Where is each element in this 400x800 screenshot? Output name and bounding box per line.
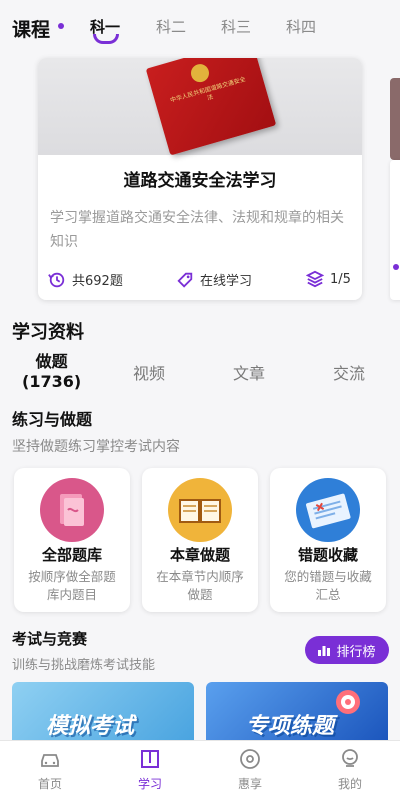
card-title: 本章做题 [169,546,230,564]
card-description: 按顺序做全部题库内题目 [28,569,116,602]
bar-chart-icon [318,646,331,656]
tag-icon [177,272,193,288]
next-card-preview[interactable] [390,160,400,300]
leaderboard-button[interactable]: 排行榜 [305,636,389,664]
nav-item-profile[interactable]: 我的 [300,741,400,800]
page-indicator: 1/5 [306,270,351,288]
accent-dot [393,264,399,270]
tab-video[interactable]: 视频 [133,360,165,384]
active-tab-indicator [93,34,119,44]
tab-subject-three[interactable]: 科三 [221,16,251,37]
tab-subject-one[interactable]: 科一 [90,16,120,44]
chapter-practice-card[interactable]: 本章做题 在本章节内顺序做题 [142,468,258,612]
car-icon [41,754,59,767]
study-mode-text: 在线学习 [200,274,253,289]
book-stack-icon [40,478,104,542]
law-book-illustration: 中华人民共和国道路交通安全法 [145,58,277,156]
card-title: 错题收藏 [297,546,358,564]
practice-title: 练习与做题 [12,410,93,429]
nav-label: 我的 [337,777,362,791]
book-icon [141,750,159,768]
history-icon [48,272,65,287]
question-count-text: 共692题 [72,274,123,289]
card-description: 您的错题与收藏汇总 [284,569,372,602]
tab-subject-four[interactable]: 科四 [286,16,316,37]
exam-title: 考试与竞赛 [12,630,88,648]
study-mode: 在线学习 [176,270,252,289]
banner-label: 专项练题 [246,714,335,739]
question-count: 共692题 [48,270,123,289]
tab-count: (1736) [22,372,82,391]
nav-item-home[interactable]: 首页 [0,741,100,800]
page-indicator-text: 1/5 [330,271,351,287]
exam-description: 训练与挑战磨炼考试技能 [12,658,156,673]
nav-label: 惠享 [237,777,262,791]
next-card-preview-image[interactable] [390,78,400,160]
tab-label: 做题 [35,352,68,371]
course-description: 学习掌握道路交通安全法律、法规和规章的相关知识 [50,210,344,250]
materials-title: 学习资料 [12,322,84,343]
profile-icon [342,749,358,767]
layers-icon [306,270,324,288]
tab-articles[interactable]: 文章 [233,360,265,384]
card-description: 在本章节内顺序做题 [156,569,244,602]
course-header: 课程 科一 科二 科三 科四 [0,0,400,52]
course-cover-image: 中华人民共和国道路交通安全法 [38,58,362,156]
app-screen: 课程 科一 科二 科三 科四 中华人民共和国道路交通安全法 道路交通安全法学习 … [0,0,400,800]
tab-discussion[interactable]: 交流 [333,360,365,384]
tab-subject-two[interactable]: 科二 [156,16,186,37]
accent-dot [58,23,64,29]
mock-exam-banner[interactable]: 模拟考试 [12,682,194,740]
course-card[interactable]: 中华人民共和国道路交通安全法 道路交通安全法学习 学习掌握道路交通安全法律、法规… [38,58,362,300]
open-book-icon [168,478,232,542]
page-title: 课程 [12,19,51,41]
nav-label: 学习 [137,777,162,791]
target-icon [336,690,360,714]
nav-label: 首页 [37,777,62,791]
leaderboard-label: 排行榜 [336,644,376,660]
book-cover-title: 中华人民共和国道路交通安全法 [169,75,247,105]
national-emblem-icon [188,61,212,85]
wrong-answers-card[interactable]: 错题收藏 您的错题与收藏汇总 [270,468,386,612]
nav-item-benefits[interactable]: 惠享 [200,741,300,800]
banner-label: 模拟考试 [46,714,135,739]
special-practice-banner[interactable]: 专项练题 [206,682,388,740]
card-title: 全部题库 [41,546,102,564]
error-sheet-icon [296,478,360,542]
practice-description: 坚持做题练习掌控考试内容 [12,439,180,455]
tab-practice[interactable]: 做题 (1736) [22,352,81,392]
nav-item-study[interactable]: 学习 [100,741,200,800]
course-title: 道路交通安全法学习 [123,171,277,191]
all-questions-card[interactable]: 全部题库 按顺序做全部题库内题目 [14,468,130,612]
bottom-navigation: 首页 学习 惠享 我的 [0,740,400,800]
discount-icon [240,749,260,769]
